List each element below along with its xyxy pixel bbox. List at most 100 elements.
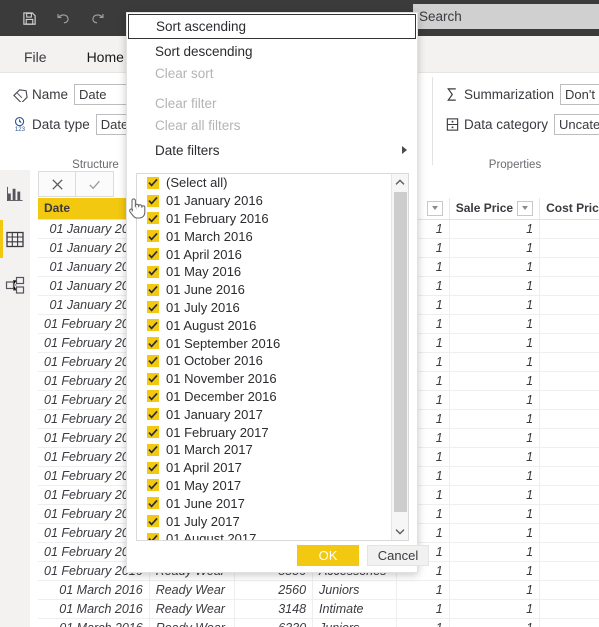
table-cell[interactable]: Juniors bbox=[312, 580, 397, 600]
filter-list-item[interactable]: 01 January 2017 bbox=[137, 405, 390, 423]
table-cell[interactable]: Ready Wear bbox=[149, 580, 235, 600]
checkbox-checked-icon[interactable] bbox=[147, 230, 159, 243]
table-cell[interactable]: 1 bbox=[449, 504, 541, 524]
filter-list-item[interactable]: 01 February 2016 bbox=[137, 210, 390, 228]
table-cell[interactable]: 1 bbox=[396, 599, 450, 619]
menu-item-date-filters[interactable]: Date filters bbox=[127, 139, 417, 162]
checkbox-checked-icon[interactable] bbox=[147, 443, 159, 456]
undo-icon[interactable] bbox=[48, 4, 78, 32]
filter-list-item[interactable]: 01 March 2017 bbox=[137, 441, 390, 459]
table-cell[interactable]: 1 bbox=[449, 390, 541, 410]
table-cell[interactable]: 1 bbox=[449, 561, 541, 581]
table-cell[interactable]: Ready Wear bbox=[149, 599, 235, 619]
filter-list-item[interactable]: 01 August 2016 bbox=[137, 316, 390, 334]
table-cell[interactable]: 1 bbox=[539, 466, 599, 486]
checkbox-checked-icon[interactable] bbox=[147, 408, 159, 421]
checkbox-checked-icon[interactable] bbox=[147, 426, 159, 439]
filter-list-item[interactable]: 01 May 2017 bbox=[137, 477, 390, 495]
table-cell[interactable]: 1 bbox=[449, 447, 541, 467]
scroll-down-icon[interactable] bbox=[392, 523, 407, 540]
table-cell[interactable]: 1 bbox=[539, 371, 599, 391]
checkbox-checked-icon[interactable] bbox=[147, 354, 159, 367]
table-cell[interactable]: 01 March 2016 bbox=[38, 618, 150, 627]
table-cell[interactable]: 1 bbox=[449, 618, 541, 627]
table-cell[interactable]: 01 March 2016 bbox=[38, 580, 150, 600]
tab-file[interactable]: File bbox=[8, 49, 63, 65]
filter-list-scrollbar[interactable] bbox=[391, 174, 408, 540]
table-cell[interactable]: 1 bbox=[539, 390, 599, 410]
table-cell[interactable]: 1 bbox=[396, 618, 450, 627]
filter-list-item[interactable]: (Select all) bbox=[137, 174, 390, 192]
checkbox-checked-icon[interactable] bbox=[147, 372, 159, 385]
table-cell[interactable]: 1 bbox=[449, 238, 541, 258]
table-cell[interactable]: 1 bbox=[539, 276, 599, 296]
table-cell[interactable]: 1 bbox=[449, 371, 541, 391]
checkbox-checked-icon[interactable] bbox=[147, 212, 159, 225]
table-row[interactable]: 01 March 2016Ready Wear6330Juniors111 bbox=[38, 618, 599, 627]
table-cell[interactable]: 1 bbox=[539, 314, 599, 334]
checkbox-checked-icon[interactable] bbox=[147, 461, 159, 474]
chevron-down-icon[interactable] bbox=[517, 200, 534, 216]
table-cell[interactable]: 6330 bbox=[234, 618, 314, 627]
table-cell[interactable]: 1 bbox=[396, 580, 450, 600]
filter-list-item[interactable]: 01 October 2016 bbox=[137, 352, 390, 370]
table-cell[interactable]: 1 bbox=[539, 580, 599, 600]
table-row[interactable]: 01 March 2016Ready Wear3148Intimate111 bbox=[38, 599, 599, 619]
table-cell[interactable]: 1 bbox=[539, 599, 599, 619]
menu-item-sort-ascending[interactable]: Sort ascending bbox=[128, 14, 416, 39]
close-icon[interactable] bbox=[38, 171, 76, 197]
filter-list-item[interactable]: 01 April 2016 bbox=[137, 245, 390, 263]
menu-item-sort-descending[interactable]: Sort descending bbox=[127, 40, 417, 63]
filter-list-item[interactable]: 01 September 2016 bbox=[137, 334, 390, 352]
checkbox-checked-icon[interactable] bbox=[147, 301, 159, 314]
table-cell[interactable]: 1 bbox=[449, 409, 541, 429]
table-cell[interactable]: 1 bbox=[449, 276, 541, 296]
checkbox-checked-icon[interactable] bbox=[147, 479, 159, 492]
table-cell[interactable]: 1 bbox=[449, 314, 541, 334]
table-cell[interactable]: 1 bbox=[539, 219, 599, 239]
table-cell[interactable]: 1 bbox=[539, 238, 599, 258]
table-cell[interactable]: 1 bbox=[449, 257, 541, 277]
table-cell[interactable]: 1 bbox=[449, 580, 541, 600]
ok-button[interactable]: OK bbox=[297, 545, 359, 566]
table-cell[interactable]: 1 bbox=[449, 428, 541, 448]
table-cell[interactable]: 1 bbox=[539, 409, 599, 429]
table-cell[interactable]: 1 bbox=[539, 257, 599, 277]
save-icon[interactable] bbox=[14, 4, 44, 32]
filter-list-item[interactable]: 01 March 2016 bbox=[137, 227, 390, 245]
check-icon[interactable] bbox=[76, 171, 114, 197]
filter-list-item[interactable]: 01 January 2016 bbox=[137, 192, 390, 210]
table-cell[interactable]: 1 bbox=[449, 295, 541, 315]
table-cell[interactable]: 1 bbox=[539, 352, 599, 372]
filter-list-item[interactable]: 01 November 2016 bbox=[137, 370, 390, 388]
chevron-down-icon[interactable] bbox=[426, 200, 443, 216]
sidebar-item-model[interactable] bbox=[0, 262, 30, 308]
table-cell[interactable]: 1 bbox=[449, 352, 541, 372]
column-header-sale-price[interactable]: Sale Price bbox=[449, 198, 541, 220]
filter-list-item[interactable]: 01 June 2016 bbox=[137, 281, 390, 299]
table-cell[interactable]: 1 bbox=[449, 485, 541, 505]
table-cell[interactable]: 1 bbox=[539, 523, 599, 543]
filter-list-item[interactable]: 01 December 2016 bbox=[137, 388, 390, 406]
table-cell[interactable]: Ready Wear bbox=[149, 618, 235, 627]
filter-list-item[interactable]: 01 June 2017 bbox=[137, 494, 390, 512]
table-cell[interactable]: 3148 bbox=[234, 599, 314, 619]
table-cell[interactable]: 01 March 2016 bbox=[38, 599, 150, 619]
table-cell[interactable]: 1 bbox=[449, 466, 541, 486]
cancel-button[interactable]: Cancel bbox=[367, 545, 429, 566]
sidebar-item-data[interactable] bbox=[0, 216, 30, 262]
table-cell[interactable]: 1 bbox=[539, 485, 599, 505]
search-input[interactable]: Search bbox=[413, 4, 599, 29]
redo-icon[interactable] bbox=[82, 4, 112, 32]
checkbox-checked-icon[interactable] bbox=[147, 248, 159, 261]
filter-value-list[interactable]: (Select all) 01 January 2016 01 February 2… bbox=[136, 173, 409, 541]
filter-list-item[interactable]: 01 May 2016 bbox=[137, 263, 390, 281]
datacategory-select[interactable]: Uncategorized bbox=[554, 113, 599, 135]
table-cell[interactable]: 1 bbox=[539, 295, 599, 315]
checkbox-checked-icon[interactable] bbox=[147, 497, 159, 510]
checkbox-checked-icon[interactable] bbox=[147, 337, 159, 350]
checkbox-checked-icon[interactable] bbox=[147, 390, 159, 403]
table-cell[interactable]: 1 bbox=[449, 333, 541, 353]
sidebar-item-report[interactable] bbox=[0, 170, 30, 216]
table-cell[interactable]: 1 bbox=[449, 599, 541, 619]
